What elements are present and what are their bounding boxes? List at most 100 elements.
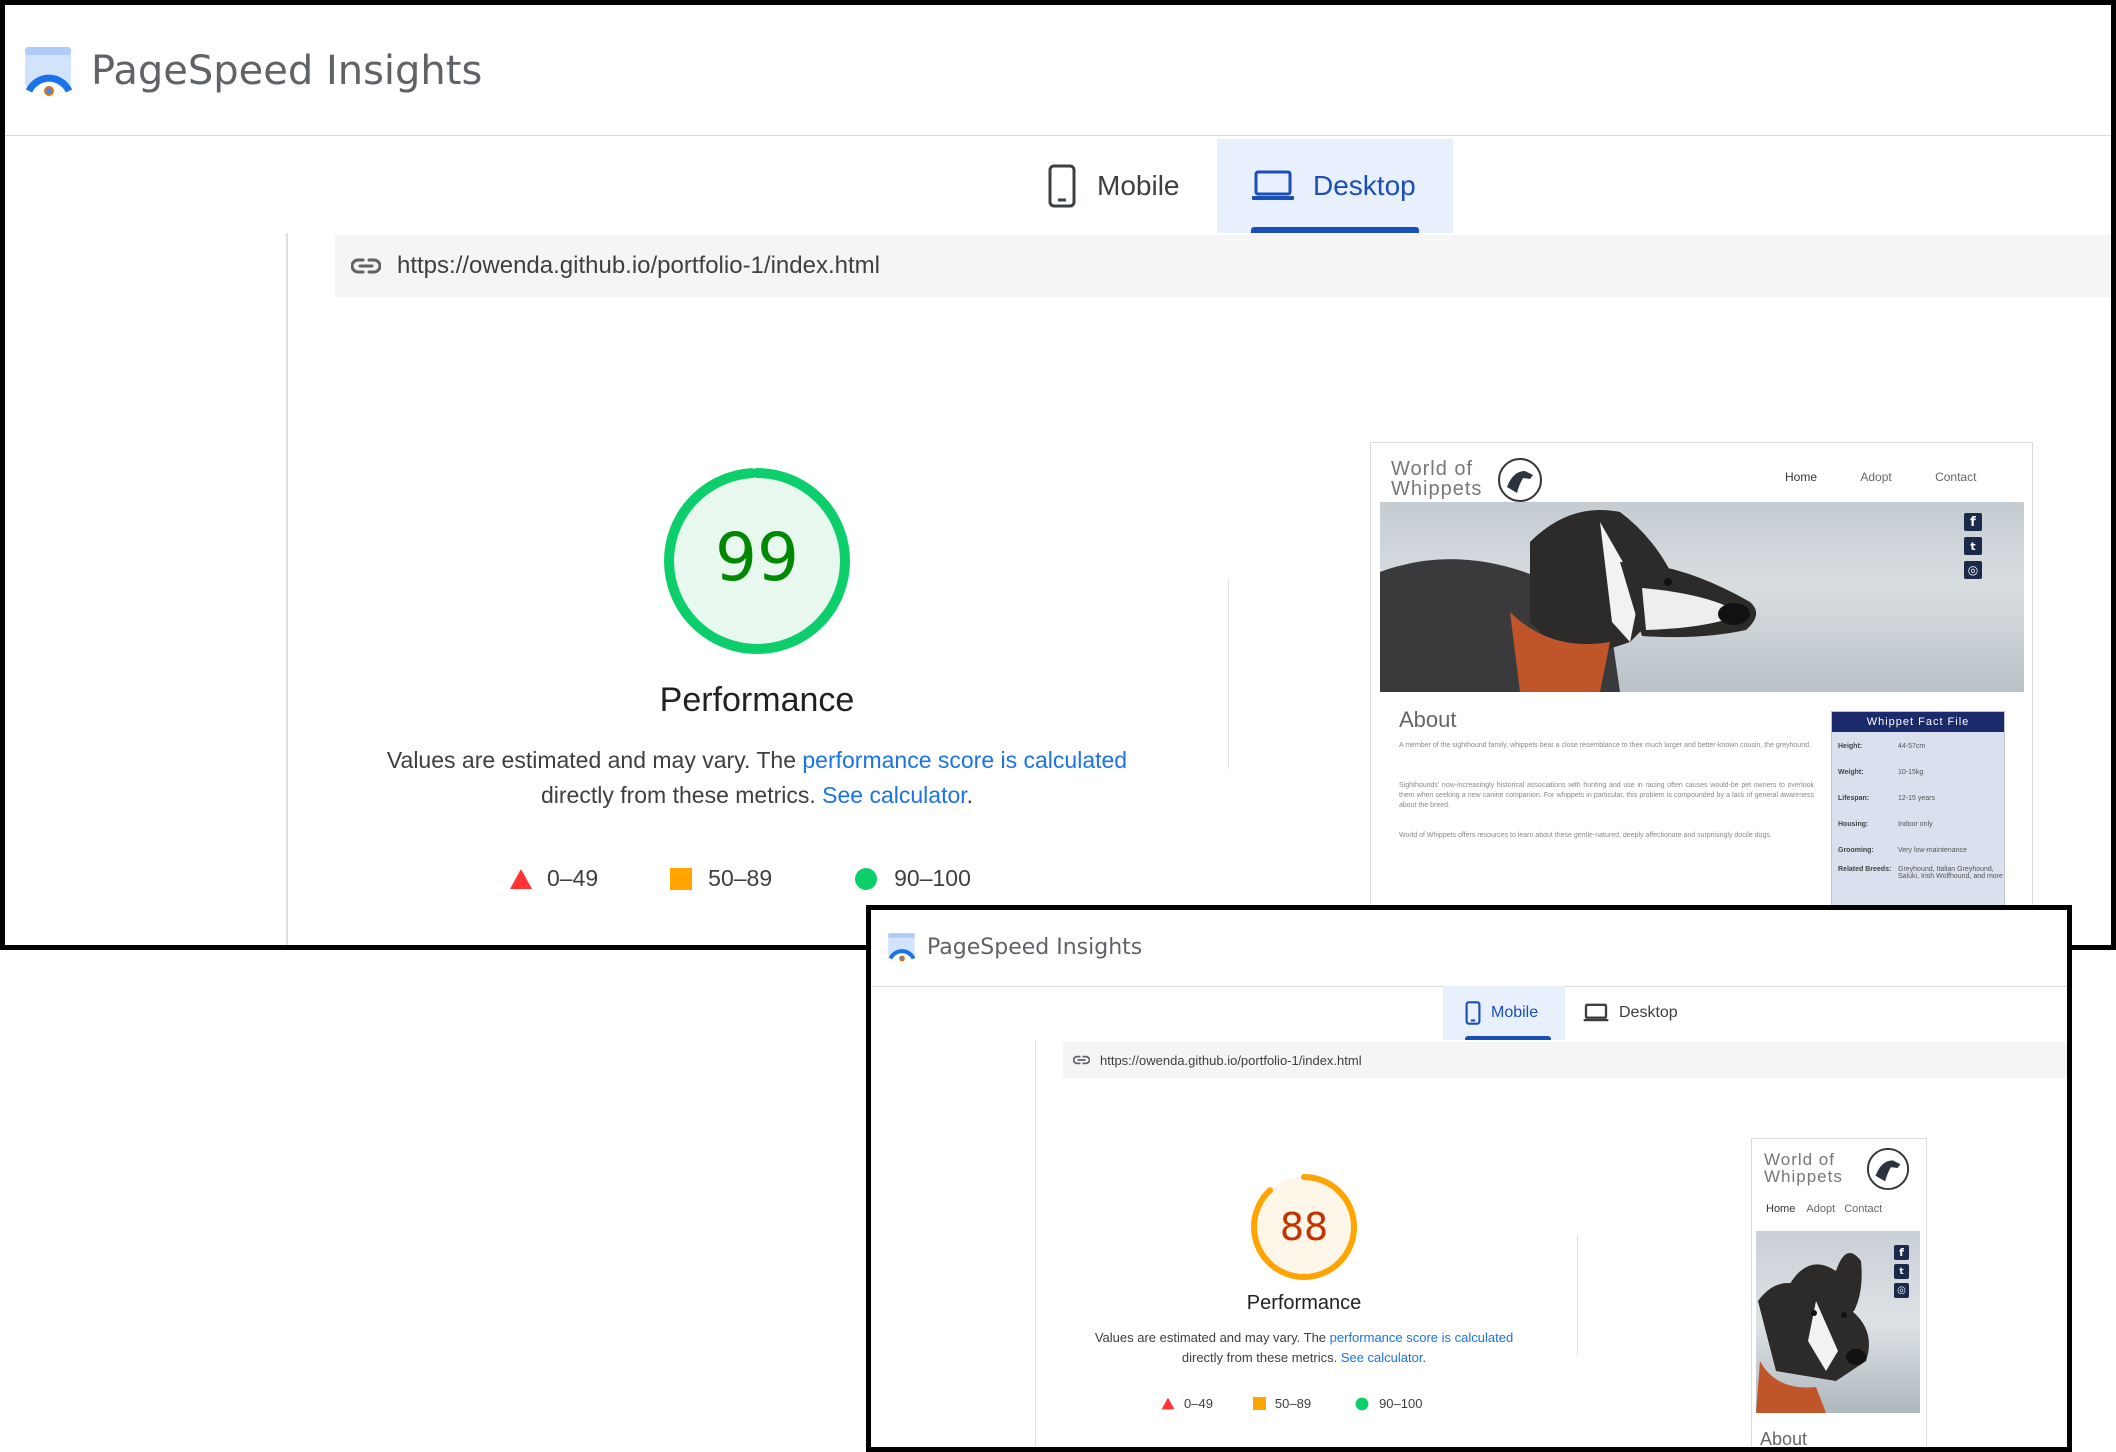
about-paragraph-1: A member of the sighthound family, whipp…: [1399, 742, 1811, 749]
legend-fail-label: 0–49: [547, 865, 599, 891]
site-nav-home: Home: [1766, 1203, 1796, 1215]
tab-desktop-label: Desktop: [1313, 170, 1416, 201]
performance-description: Values are estimated and may vary. The p…: [1044, 1328, 1564, 1367]
fact-key: Housing:: [1838, 820, 1869, 828]
whippet-logo-icon: [1866, 1147, 1910, 1191]
app-title: PageSpeed Insights: [91, 48, 483, 94]
performance-score: 99: [715, 519, 799, 596]
tab-active-indicator: [1251, 227, 1419, 233]
see-calculator-link[interactable]: See calculator: [1341, 1350, 1423, 1365]
brand[interactable]: PageSpeed Insights: [23, 45, 482, 97]
social-links: f t ◎: [1894, 1245, 1909, 1298]
about-paragraph-3: World of Whippets offers resources to le…: [1399, 832, 1772, 839]
score-legend: 0–49 50–89 90–100: [509, 865, 971, 892]
description-text: Values are estimated and may vary. The: [1094, 1330, 1330, 1345]
fact-key: Weight:: [1838, 768, 1864, 776]
url-bar[interactable]: https://owenda.github.io/portfolio-1/ind…: [335, 235, 2111, 297]
site-preview-desktop: World of Whippets Home Adopt Contact f t…: [1370, 442, 2033, 912]
fact-value: 44-57cm: [1898, 742, 1926, 750]
fact-key: Related Breeds:: [1838, 866, 1892, 873]
facebook-icon: f: [1964, 513, 1982, 531]
whippet-logo-icon: [1498, 458, 1542, 502]
pagespeed-logo-icon: [888, 933, 916, 962]
hero-image: [1380, 502, 2024, 692]
see-calculator-link[interactable]: See calculator: [822, 782, 966, 808]
orange-square-icon: [1252, 1397, 1266, 1410]
score-legend: 0–49 50–89 90–100: [1161, 1396, 1422, 1411]
score-calculated-link[interactable]: performance score is calculated: [802, 747, 1127, 773]
performance-gauge: 99: [659, 463, 855, 659]
site-nav-home: Home: [1785, 470, 1818, 484]
fact-value: Greyhound, Italian Greyhound, Saluki, Ir…: [1898, 866, 2003, 880]
instagram-icon: ◎: [1964, 561, 1982, 579]
tab-mobile-label: Mobile: [1097, 170, 1180, 201]
tab-mobile[interactable]: Mobile: [1443, 986, 1565, 1040]
red-triangle-icon: [1161, 1397, 1175, 1410]
legend-average: 50–89: [1252, 1396, 1312, 1411]
green-circle-icon: [855, 867, 878, 890]
fact-row: Height: 44-57cm: [1832, 736, 2004, 756]
score-calculated-link[interactable]: performance score is calculated: [1330, 1330, 1514, 1345]
phone-icon: [1465, 1001, 1481, 1025]
facebook-icon: f: [1894, 1245, 1909, 1260]
tab-desktop[interactable]: Desktop: [1217, 139, 1453, 233]
fact-value: 10-15kg: [1898, 768, 1924, 776]
site-logo: World of Whippets: [1764, 1151, 1843, 1185]
url-text: https://owenda.github.io/portfolio-1/ind…: [397, 252, 880, 279]
description-period: .: [1422, 1349, 1427, 1365]
fact-row: Lifespan: 12-15 years: [1832, 788, 2004, 808]
orange-square-icon: [670, 867, 693, 890]
site-nav: Home Adopt Contact: [1785, 470, 1976, 484]
tab-desktop-label: Desktop: [1619, 1004, 1678, 1021]
fact-value: Very low-maintenance: [1898, 846, 1967, 854]
url-text: https://owenda.github.io/portfolio-1/ind…: [1100, 1052, 1362, 1068]
about-heading: About: [1399, 707, 1457, 732]
legend-pass-label: 90–100: [1379, 1396, 1423, 1411]
metrics-divider: [1228, 579, 1229, 769]
fact-value: 12-15 years: [1898, 794, 1935, 802]
site-logo-line1: World of: [1391, 458, 1474, 480]
app-header: PageSpeed Insights: [5, 5, 2111, 136]
site-logo-line2: Whippets: [1391, 478, 1483, 500]
fact-key: Height:: [1838, 742, 1863, 750]
about-paragraph-2: Sighthounds' now-increasingly historical…: [1399, 782, 1814, 809]
legend-average: 50–89: [670, 865, 772, 892]
site-nav-adopt: Adopt: [1806, 1203, 1836, 1215]
performance-title: Performance: [659, 681, 855, 719]
performance-gauge: 88: [1248, 1171, 1360, 1283]
performance-score: 88: [1279, 1205, 1329, 1249]
tab-desktop[interactable]: Desktop: [1565, 986, 1695, 1040]
fact-row: Related Breeds: Greyhound, Italian Greyho…: [1832, 866, 2004, 896]
laptop-icon: [1583, 1003, 1609, 1022]
legend-average-label: 50–89: [1274, 1396, 1312, 1411]
tab-active-indicator: [1465, 1036, 1551, 1040]
fact-row: Grooming: Very low-maintenance: [1832, 840, 2004, 860]
about-heading: About: [1760, 1429, 1808, 1449]
site-logo-line1: World of: [1764, 1150, 1835, 1169]
fact-file-title: Whippet Fact File: [1832, 712, 2004, 732]
fact-row: Weight: 10-15kg: [1832, 762, 2004, 782]
description-text-2: directly from these metrics.: [1181, 1349, 1341, 1365]
phone-icon: [1048, 164, 1076, 208]
content-divider: [1035, 1040, 1036, 1447]
performance-title: Performance: [1246, 1292, 1362, 1314]
site-logo: World of Whippets: [1391, 459, 1482, 499]
description-period: .: [966, 781, 974, 808]
description-text: Values are estimated and may vary. The: [386, 747, 803, 773]
description-text-2: directly from these metrics.: [540, 781, 823, 808]
pagespeed-logo-icon: [25, 47, 73, 96]
site-preview-mobile: World of Whippets Home Adopt Contact f t…: [1751, 1138, 1927, 1449]
metrics-divider: [1577, 1235, 1578, 1355]
fact-file: Whippet Fact File Height: 44-57cm Weight:…: [1831, 711, 2005, 911]
url-bar[interactable]: https://owenda.github.io/portfolio-1/ind…: [1063, 1042, 2067, 1078]
brand[interactable]: PageSpeed Insights: [887, 932, 1142, 962]
performance-description: Values are estimated and may vary. The p…: [357, 743, 1157, 812]
fact-key: Lifespan:: [1838, 794, 1870, 802]
red-triangle-icon: [510, 868, 532, 889]
site-nav-contact: Contact: [1844, 1203, 1883, 1215]
twitter-icon: t: [1964, 537, 1982, 555]
site-logo-line2: Whippets: [1764, 1167, 1843, 1186]
site-nav: Home Adopt Contact: [1766, 1203, 1882, 1215]
tab-mobile[interactable]: Mobile: [1013, 139, 1217, 233]
legend-pass: 90–100: [854, 865, 971, 892]
